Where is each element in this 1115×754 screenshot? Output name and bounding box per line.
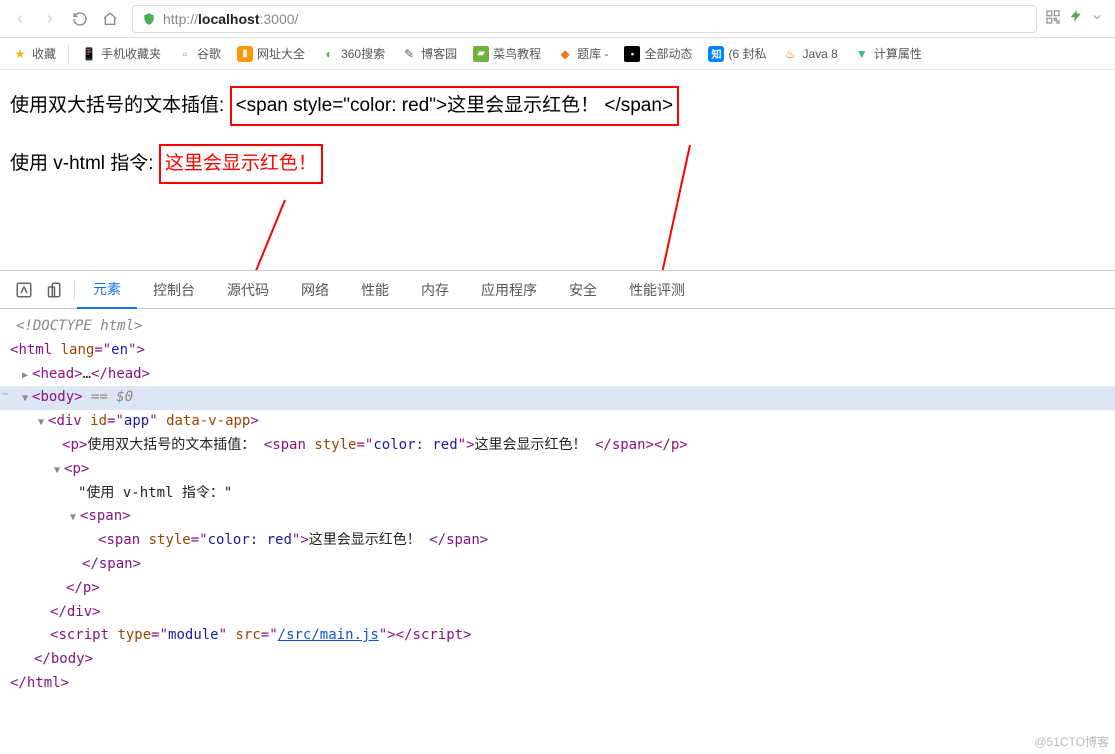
bookmarks-bar: ★收藏 📱手机收藏夹 ▫谷歌 ▮网址大全 ◐360搜索 ✎博客园 ▰菜鸟教程 ◆…	[0, 38, 1115, 70]
tab-security[interactable]: 安全	[553, 271, 613, 309]
tree-line[interactable]: </div>	[0, 601, 1115, 625]
site-icon: ▮	[237, 46, 253, 62]
site-icon: ▼	[854, 46, 870, 62]
forward-button[interactable]	[36, 5, 64, 33]
annotation-box-1: <span style="color: red">这里会显示红色！ </span…	[230, 86, 679, 126]
line1-label: 使用双大括号的文本插值:	[10, 95, 230, 116]
collapse-icon[interactable]: ▼	[70, 509, 80, 526]
tab-console[interactable]: 控制台	[137, 271, 211, 309]
tree-line[interactable]: ▶<head>…</head>	[0, 363, 1115, 387]
chevron-down-icon[interactable]	[1091, 11, 1103, 26]
tree-line[interactable]: <p>使用双大括号的文本插值： <span style="color: red"…	[0, 434, 1115, 458]
devtools-tabs: 元素 控制台 源代码 网络 性能 内存 应用程序 安全 性能评测	[0, 271, 1115, 309]
browser-toolbar: http://localhost:3000/	[0, 0, 1115, 38]
site-icon: ▰	[473, 46, 489, 62]
collapse-icon[interactable]: ▼	[22, 390, 32, 407]
site-icon: ♨	[783, 46, 799, 62]
bookmark-wangzhi[interactable]: ▮网址大全	[231, 41, 311, 66]
collapse-icon[interactable]: ▼	[54, 462, 64, 479]
annotation-box-2: 这里会显示红色！	[159, 144, 323, 184]
tree-line[interactable]: "使用 v-html 指令："	[0, 482, 1115, 506]
tab-elements[interactable]: 元素	[77, 271, 137, 309]
tree-line[interactable]: </html>	[0, 672, 1115, 696]
mobile-icon: 📱	[81, 46, 97, 62]
device-icon[interactable]	[40, 274, 72, 306]
tab-sources[interactable]: 源代码	[211, 271, 285, 309]
tree-line-selected[interactable]: ⋯ ▼<body> == $0	[0, 386, 1115, 410]
site-icon: ✎	[401, 46, 417, 62]
address-bar[interactable]: http://localhost:3000/	[132, 5, 1037, 33]
bookmark-label: 收藏	[32, 45, 56, 62]
tab-perf-eval[interactable]: 性能评测	[613, 271, 701, 309]
tree-line[interactable]: <!DOCTYPE html>	[0, 315, 1115, 339]
interpolation-line: 使用双大括号的文本插值: <span style="color: red">这里…	[10, 86, 1105, 126]
tab-performance[interactable]: 性能	[345, 271, 405, 309]
bookmark-google[interactable]: ▫谷歌	[171, 41, 227, 66]
browser-right-icons	[1045, 9, 1109, 28]
watermark: @51CTO博客	[1034, 733, 1109, 750]
tree-line[interactable]: <span style="color: red">这里会显示红色！ </span…	[0, 529, 1115, 553]
site-icon: ▪	[624, 46, 640, 62]
separator	[68, 45, 69, 63]
collapse-icon[interactable]: ▼	[38, 414, 48, 431]
bookmark-mobile[interactable]: 📱手机收藏夹	[75, 41, 167, 66]
bookmark-label: 手机收藏夹	[101, 45, 161, 62]
bookmark-label: 博客园	[421, 45, 457, 62]
bookmark-label: 网址大全	[257, 45, 305, 62]
elements-tree[interactable]: <!DOCTYPE html> <html lang="en"> ▶<head>…	[0, 309, 1115, 754]
site-icon: ◐	[321, 46, 337, 62]
vhtml-line: 使用 v-html 指令: 这里会显示红色！	[10, 144, 1105, 184]
line2-label: 使用 v-html 指令:	[10, 153, 159, 174]
tree-line[interactable]: <script type="module" src="/src/main.js"…	[0, 624, 1115, 648]
gutter-dots: ⋯	[0, 386, 12, 403]
separator	[74, 281, 75, 299]
tree-line[interactable]: ▼<p>	[0, 458, 1115, 482]
bookmark-label: 谷歌	[197, 45, 221, 62]
bookmark-label: 全部动态	[644, 45, 692, 62]
bookmark-fav[interactable]: ★收藏	[6, 41, 62, 66]
bookmark-cainiao[interactable]: ▰菜鸟教程	[467, 41, 547, 66]
devtools-panel: 元素 控制台 源代码 网络 性能 内存 应用程序 安全 性能评测 <!DOCTY…	[0, 270, 1115, 754]
bookmark-java[interactable]: ♨ Java 8	[777, 42, 844, 66]
tree-line[interactable]: </body>	[0, 648, 1115, 672]
tree-line[interactable]: </span>	[0, 553, 1115, 577]
tab-memory[interactable]: 内存	[405, 271, 465, 309]
expand-icon[interactable]: ▶	[22, 367, 32, 384]
bookmark-dongdai[interactable]: ▪全部动态	[618, 41, 698, 66]
tab-application[interactable]: 应用程序	[465, 271, 553, 309]
url-text: http://localhost:3000/	[163, 11, 1028, 27]
bookmark-label: 360搜索	[341, 45, 385, 62]
bookmark-tiku[interactable]: ◆题库 -	[551, 41, 614, 66]
bookmark-label: (6 封私	[728, 45, 766, 62]
tree-line[interactable]: </p>	[0, 577, 1115, 601]
bookmark-zhihu[interactable]: 知(6 封私	[702, 41, 772, 66]
qr-icon[interactable]	[1045, 9, 1061, 28]
tree-line[interactable]: ▼<span>	[0, 505, 1115, 529]
bookmark-360[interactable]: ◐360搜索	[315, 41, 391, 66]
tree-line[interactable]: ▼<div id="app" data-v-app>	[0, 410, 1115, 434]
site-icon: 知	[708, 46, 724, 62]
tab-network[interactable]: 网络	[285, 271, 345, 309]
bookmark-label: 计算属性	[874, 45, 922, 62]
page-viewport: 使用双大括号的文本插值: <span style="color: red">这里…	[0, 70, 1115, 200]
bookmark-label: 题库 -	[577, 45, 608, 62]
bookmark-label: Java 8	[803, 47, 838, 61]
bookmark-boke[interactable]: ✎博客园	[395, 41, 463, 66]
page-icon: ▫	[177, 46, 193, 62]
reload-button[interactable]	[66, 5, 94, 33]
home-button[interactable]	[96, 5, 124, 33]
bolt-icon[interactable]	[1069, 9, 1083, 28]
bookmark-vue[interactable]: ▼计算属性	[848, 41, 928, 66]
site-icon: ◆	[557, 46, 573, 62]
shield-icon	[141, 11, 157, 27]
star-icon: ★	[12, 46, 28, 62]
bookmark-label: 菜鸟教程	[493, 45, 541, 62]
tree-line[interactable]: <html lang="en">	[0, 339, 1115, 363]
back-button[interactable]	[6, 5, 34, 33]
inspect-icon[interactable]	[8, 274, 40, 306]
